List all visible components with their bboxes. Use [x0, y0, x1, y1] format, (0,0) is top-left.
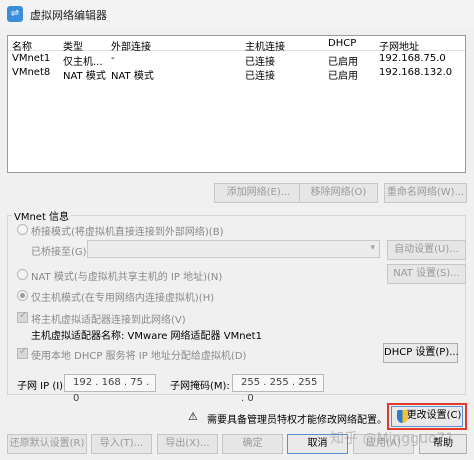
import-button[interactable]: 导入(T)...: [91, 434, 152, 454]
subnet-ip-label: 子网 IP (I):: [17, 381, 67, 392]
chevron-down-icon: ▾: [370, 243, 375, 253]
use-dhcp-checkbox[interactable]: [17, 346, 28, 359]
cell-external: NAT 模式: [111, 71, 154, 82]
bridged-label: 桥接模式(将虚拟机直接连接到外部网络)(B): [31, 227, 224, 238]
host-only-label: 仅主机模式(在专用网络内连接虚拟机)(H): [31, 293, 215, 304]
remove-network-button[interactable]: 移除网络(O): [299, 183, 378, 203]
warning-icon: ⚠: [188, 410, 198, 423]
window-title: 虚拟网络编辑器: [30, 9, 107, 22]
highlight-box: [387, 403, 467, 430]
subnet-mask-label: 子网掩码(M):: [170, 381, 230, 392]
bridged-to-label: 已桥接至(G):: [31, 247, 90, 258]
cell-subnet: 192.168.75.0: [379, 53, 446, 64]
title-bar: ⇌ 虚拟网络编辑器: [0, 0, 474, 28]
table-row[interactable]: VMnet8 NAT 模式 NAT 模式 已连接 已启用 192.168.132…: [8, 66, 465, 82]
nat-settings-button[interactable]: NAT 设置(S)...: [387, 264, 466, 284]
rename-network-button[interactable]: 重命名网络(W)...: [384, 183, 467, 203]
subnet-ip-input[interactable]: 192 . 168 . 75 . 0: [64, 374, 156, 404]
watermark: 知乎 @Mingguo71: [330, 431, 455, 447]
network-table[interactable]: 名称 类型 外部连接 主机连接 DHCP 子网地址 VMnet1 仅主机... …: [7, 35, 466, 173]
table-header: 名称 类型 外部连接 主机连接 DHCP 子网地址: [8, 36, 465, 53]
network-editor-icon: ⇌: [7, 6, 23, 22]
column-header-dhcp[interactable]: DHCP: [328, 38, 356, 49]
cell-subnet: 192.168.132.0: [379, 67, 453, 78]
use-dhcp-label: 使用本地 DHCP 服务将 IP 地址分配给虚拟机(D): [31, 351, 247, 362]
column-header-subnet[interactable]: 子网地址: [379, 38, 419, 53]
auto-settings-button[interactable]: 自动设置(U)...: [387, 240, 466, 260]
subnet-mask-input[interactable]: 255 . 255 . 255 . 0: [232, 374, 324, 404]
column-header-external[interactable]: 外部连接: [111, 38, 151, 53]
restore-defaults-button[interactable]: 还原默认设置(R): [7, 434, 87, 454]
column-header-name[interactable]: 名称: [12, 38, 32, 53]
table-row[interactable]: VMnet1 仅主机... - 已连接 已启用 192.168.75.0: [8, 52, 465, 68]
connect-adapter-label: 将主机虚拟适配器连接到此网络(V): [31, 315, 186, 326]
nat-label: NAT 模式(与虚拟机共享主机的 IP 地址)(N): [31, 272, 223, 283]
cell-name: VMnet8: [12, 67, 51, 78]
vmnet-info-title: VMnet 信息: [12, 208, 72, 223]
bridged-radio[interactable]: [17, 224, 28, 235]
nat-radio[interactable]: [17, 269, 28, 280]
column-header-host[interactable]: 主机连接: [245, 38, 285, 53]
cell-name: VMnet1: [12, 53, 51, 64]
dhcp-settings-button[interactable]: DHCP 设置(P)...: [383, 343, 459, 363]
host-only-radio[interactable]: [17, 290, 28, 301]
ok-button[interactable]: 确定: [222, 434, 283, 454]
add-network-button[interactable]: 添加网络(E)...: [214, 183, 303, 203]
cell-type: NAT 模式: [63, 71, 106, 82]
connect-adapter-checkbox[interactable]: [17, 310, 28, 323]
export-button[interactable]: 导出(X)...: [157, 434, 218, 454]
admin-notice: 需要具备管理员特权才能修改网络配置。: [207, 415, 387, 426]
cell-dhcp: 已启用: [328, 71, 358, 82]
cell-external: -: [111, 53, 115, 64]
column-header-type[interactable]: 类型: [63, 38, 83, 53]
bridged-to-select[interactable]: ▾: [87, 240, 380, 258]
cell-host: 已连接: [245, 71, 275, 82]
adapter-name-label: 主机虚拟适配器名称: VMware 网络适配器 VMnet1: [31, 331, 262, 342]
